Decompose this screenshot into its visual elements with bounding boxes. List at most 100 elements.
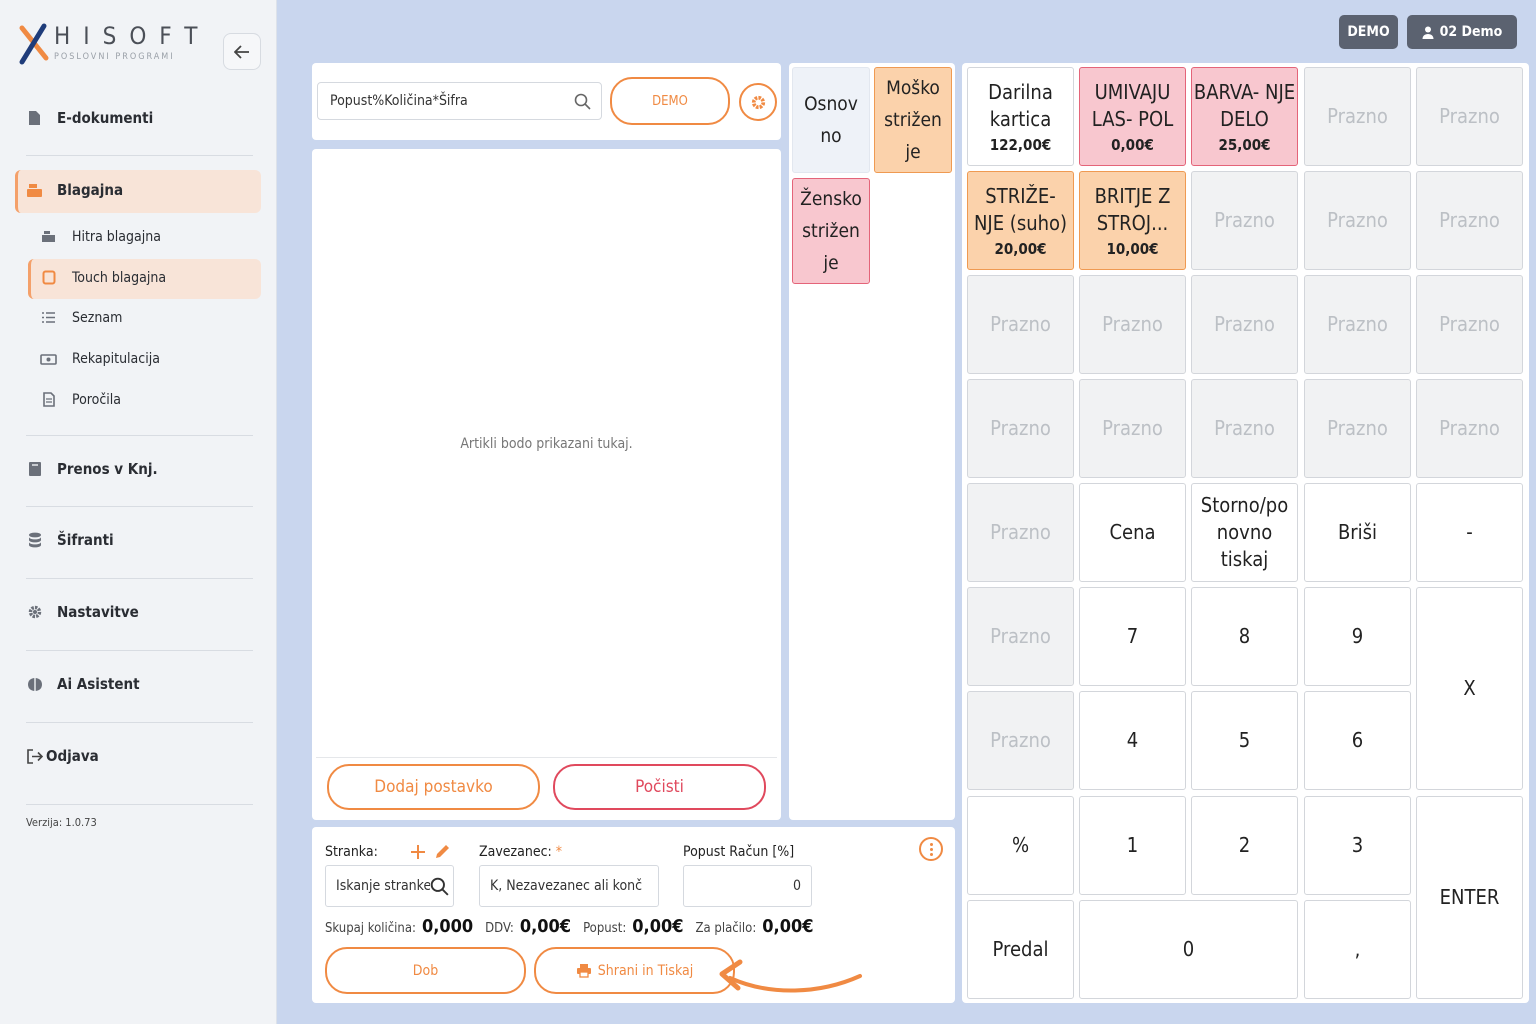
empty-slot[interactable]: Prazno (1304, 67, 1411, 166)
digit-4-key[interactable]: 4 (1079, 691, 1186, 790)
customer-placeholder: Iskanje stranke (336, 878, 432, 894)
digit-3-key[interactable]: 3 (1304, 796, 1411, 895)
more-options-icon[interactable] (919, 837, 943, 861)
empty-slot-label: Prazno (990, 728, 1051, 752)
customer-search-input[interactable]: Iskanje stranke (325, 865, 454, 907)
taxpayer-select[interactable]: K, Nezavezanec ali konč (479, 865, 659, 907)
total-qty-label: Skupaj količina: (325, 921, 416, 936)
sidebar-item-label: Odjava (46, 747, 99, 765)
digit-1-key[interactable]: 1 (1079, 796, 1186, 895)
empty-slot[interactable]: Prazno (1191, 379, 1298, 478)
category-label: Osnov no (804, 93, 858, 147)
collapse-sidebar-button[interactable] (223, 33, 261, 70)
cash-drawer-key[interactable]: Predal (967, 900, 1074, 999)
key-label: X (1463, 676, 1476, 700)
discount-input[interactable]: 0 (683, 865, 812, 907)
sidebar-item-rekapitulacija[interactable]: Rekapitulacija (40, 350, 160, 367)
sidebar-item-seznam[interactable]: Seznam (40, 309, 122, 326)
discount-total-label: Popust: (583, 921, 627, 936)
sidebar-item-hitra-blagajna[interactable]: Hitra blagajna (40, 228, 161, 245)
key-label: 0 (1182, 937, 1195, 961)
printer-icon (576, 964, 591, 978)
empty-slot-label: Prazno (1439, 416, 1500, 440)
empty-slot[interactable]: Prazno (1416, 275, 1523, 374)
product-britje-z-strojem[interactable]: BRITJE Z STROJ... 10,00€ (1079, 171, 1186, 270)
empty-slot-label: Prazno (990, 520, 1051, 544)
category-label: Moško strižen je (884, 77, 942, 163)
digit-7-key[interactable]: 7 (1079, 587, 1186, 686)
dob-button[interactable]: Dob (325, 947, 526, 994)
empty-slot[interactable]: Prazno (1079, 275, 1186, 374)
arrow-left-icon (234, 44, 249, 59)
empty-slot-label: Prazno (990, 312, 1051, 336)
delete-key[interactable]: Briši (1304, 483, 1411, 582)
storno-reprint-key[interactable]: Storno/po novno tiskaj (1191, 483, 1298, 582)
empty-slot[interactable]: Prazno (1079, 379, 1186, 478)
product-name: UMIVAJU LAS- POL (1091, 79, 1174, 131)
product-darilna-kartica[interactable]: Darilna kartica 122,00€ (967, 67, 1074, 166)
digit-2-key[interactable]: 2 (1191, 796, 1298, 895)
product-umivanje-las[interactable]: UMIVAJU LAS- POL 0,00€ (1079, 67, 1186, 166)
multiply-key[interactable]: X (1416, 587, 1523, 790)
settings-button[interactable] (739, 83, 777, 121)
empty-slot[interactable]: Prazno (1191, 275, 1298, 374)
product-name: BRITJE Z STROJ... (1094, 183, 1171, 235)
category-osnovno[interactable]: Osnov no (792, 67, 870, 173)
sidebar-item-prenos[interactable]: Prenos v Knj. (26, 460, 158, 478)
empty-slot[interactable]: Prazno (1416, 379, 1523, 478)
sidebar-item-label: Touch blagajna (72, 269, 167, 286)
digit-5-key[interactable]: 5 (1191, 691, 1298, 790)
add-customer-icon[interactable] (410, 844, 426, 860)
environment-badge: DEMO (1339, 15, 1398, 49)
sidebar-item-blagajna[interactable]: Blagajna (26, 181, 123, 199)
required-mark: * (555, 844, 563, 860)
empty-slot[interactable]: Prazno (1304, 171, 1411, 270)
user-menu-button[interactable]: 02 Demo (1407, 15, 1517, 49)
empty-slot[interactable]: Prazno (967, 483, 1074, 582)
percent-key[interactable]: % (967, 796, 1074, 895)
empty-slot[interactable]: Prazno (967, 379, 1074, 478)
sidebar-item-label: Šifranti (57, 531, 114, 549)
product-price: 122,00€ (989, 135, 1052, 154)
digit-8-key[interactable]: 8 (1191, 587, 1298, 686)
empty-slot-label: Prazno (1102, 312, 1163, 336)
digit-0-key[interactable]: 0 (1079, 900, 1298, 999)
empty-slot[interactable]: Prazno (967, 691, 1074, 790)
demo-button[interactable]: DEMO (610, 77, 730, 125)
edit-customer-icon[interactable] (434, 843, 451, 860)
totals-bar: Skupaj količina: 0,000 DDV: 0,00€ Popust: 0… (325, 916, 820, 937)
sidebar-item-label: Seznam (72, 309, 123, 326)
key-label: 5 (1238, 728, 1251, 752)
product-barvanje-delo[interactable]: BARVA- NJE DELO 25,00€ (1191, 67, 1298, 166)
digit-6-key[interactable]: 6 (1304, 691, 1411, 790)
sidebar-item-e-dokumenti[interactable]: E-dokumenti (26, 109, 153, 127)
logo-mark-icon (19, 23, 49, 65)
add-item-button[interactable]: Dodaj postavko (327, 764, 540, 810)
product-name: BARVA- NJE DELO (1193, 79, 1296, 131)
sidebar-item-ai-asistent[interactable]: Ai Asistent (26, 675, 140, 693)
empty-slot[interactable]: Prazno (967, 587, 1074, 686)
sidebar-item-touch-blagajna[interactable]: Touch blagajna (40, 269, 166, 286)
sidebar-item-odjava[interactable]: Odjava (26, 747, 99, 765)
enter-key[interactable]: ENTER (1416, 796, 1523, 999)
price-key[interactable]: Cena (1079, 483, 1186, 582)
sidebar-item-sifranti[interactable]: Šifranti (26, 531, 114, 549)
sidebar-item-nastavitve[interactable]: Nastavitve (26, 603, 139, 621)
empty-slot[interactable]: Prazno (1416, 171, 1523, 270)
key-label: 3 (1351, 833, 1364, 857)
clear-button[interactable]: Počisti (553, 764, 766, 810)
decimal-comma-key[interactable]: , (1304, 900, 1411, 999)
product-strizenje-suho[interactable]: STRIŽE- NJE (suho) 20,00€ (967, 171, 1074, 270)
empty-slot[interactable]: Prazno (1304, 275, 1411, 374)
empty-slot[interactable]: Prazno (1416, 67, 1523, 166)
minus-key[interactable]: - (1416, 483, 1523, 582)
category-zensko-strizenje[interactable]: Žensko strižen je (792, 178, 870, 284)
digit-9-key[interactable]: 9 (1304, 587, 1411, 686)
category-mosko-strizenje[interactable]: Moško strižen je (874, 67, 952, 173)
sidebar-item-porocila[interactable]: Poročila (40, 391, 121, 408)
empty-slot[interactable]: Prazno (1304, 379, 1411, 478)
empty-slot[interactable]: Prazno (967, 275, 1074, 374)
key-label: 4 (1126, 728, 1139, 752)
empty-slot[interactable]: Prazno (1191, 171, 1298, 270)
item-search-input[interactable]: Popust%Količina*Šifra (317, 82, 602, 120)
